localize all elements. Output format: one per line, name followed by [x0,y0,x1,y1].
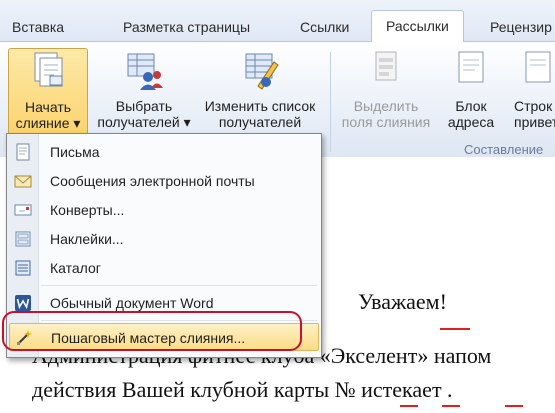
edit-list-icon [245,53,279,90]
envelope-icon [14,204,32,216]
start-mail-merge-button[interactable]: Начать слияние ▾ [8,48,88,140]
menu-item-directory[interactable]: Каталог [7,254,321,282]
menu-item-label: Каталог [50,260,101,276]
edit-recipient-list-label: Изменить список получателей [204,98,316,130]
edit-recipient-list-button[interactable]: Изменить список получателей [196,48,324,140]
select-recipients-label: Выбрать получателей ▾ [97,98,191,130]
tab-mailings[interactable]: Рассылки [371,10,464,43]
email-icon [14,175,32,188]
annotation-circle [2,311,302,351]
recipients-icon [127,53,163,90]
menu-separator [41,285,317,286]
greeting-line-button[interactable]: Строк привето [508,48,555,140]
highlight-fields-icon [375,51,397,81]
document-body-line: действия Вашей клубной карты № истекает … [32,377,453,402]
directory-icon [15,260,31,276]
ribbon-group-separator [330,52,331,152]
mail-merge-documents-icon [34,52,63,87]
menu-item-labels[interactable]: Наклейки... [7,225,321,253]
menu-item-envelopes[interactable]: Конверты... [7,196,321,224]
select-recipients-button[interactable]: Выбрать получателей ▾ [96,48,192,140]
ribbon-group-caption: Составление [464,142,544,157]
tab-review[interactable]: Рецензир [490,12,552,42]
menu-item-label: Сообщения электронной почты [50,173,255,189]
address-block-icon [458,51,484,83]
tab-page-layout[interactable]: Разметка страницы [123,12,250,42]
menu-item-label: Конверты... [50,202,125,218]
address-block-label: Блок адреса [447,98,495,130]
letter-icon [16,143,30,161]
tab-references[interactable]: Ссылки [300,12,349,42]
highlight-merge-fields-label: Выделить поля слияния [341,98,431,130]
word-icon [15,295,31,311]
start-mail-merge-label: Начать слияние ▾ [15,99,81,131]
menu-item-label: Наклейки... [50,231,124,247]
ribbon-tab-strip: Вставка Разметка страницы Ссылки Рассылк… [0,0,555,43]
menu-item-letters[interactable]: Письма [7,138,321,166]
menu-item-label: Письма [50,144,100,160]
menu-item-email-messages[interactable]: Сообщения электронной почты [7,167,321,195]
greeting-line-label: Строк привето [514,98,555,130]
labels-icon [15,231,31,247]
address-block-button[interactable]: Блок адреса [440,48,502,140]
menu-item-label: Обычный документ Word [50,295,214,311]
tab-insert[interactable]: Вставка [12,12,64,42]
greeting-line-icon [525,51,551,83]
highlight-merge-fields-button[interactable]: Выделить поля слияния [336,48,436,140]
